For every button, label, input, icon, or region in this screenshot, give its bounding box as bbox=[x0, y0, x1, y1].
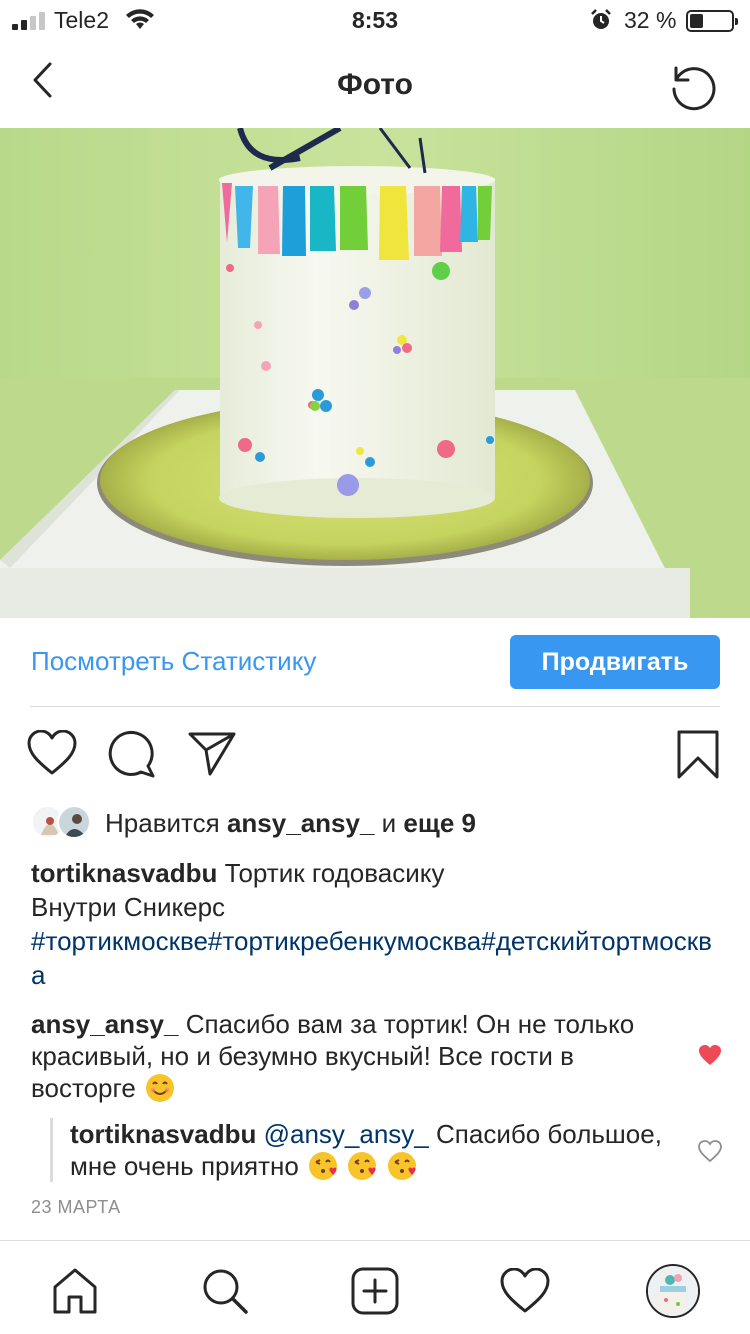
tab-new-post[interactable] bbox=[347, 1263, 403, 1319]
likes-conjunction: и bbox=[381, 807, 397, 838]
tab-profile[interactable] bbox=[645, 1263, 701, 1319]
liker-username[interactable]: ansy_ansy_ bbox=[227, 808, 374, 839]
undo-icon[interactable] bbox=[664, 56, 720, 112]
liker-avatars bbox=[31, 805, 95, 841]
tab-activity[interactable] bbox=[497, 1263, 553, 1319]
post-caption: tortiknasvadbu Тортик годовасику Внутри … bbox=[31, 856, 721, 992]
tab-home[interactable] bbox=[47, 1263, 103, 1319]
likes-summary[interactable]: Нравится ansy_ansy_ и еще 9 bbox=[31, 804, 476, 842]
comment-icon[interactable] bbox=[108, 730, 156, 778]
caption-hashtags[interactable]: #тортикмоскве#тортикребенкумосква#детски… bbox=[31, 924, 721, 992]
heart-icon bbox=[500, 1268, 550, 1313]
bookmark-icon[interactable] bbox=[677, 730, 719, 780]
reply-item: tortiknasvadbu @ansy_ansy_ Спасибо больш… bbox=[70, 1118, 670, 1182]
search-icon bbox=[203, 1269, 248, 1314]
likes-prefix: Нравится bbox=[105, 807, 220, 838]
profile-avatar bbox=[646, 1264, 700, 1318]
caption-text: Тортик годовасику bbox=[224, 858, 445, 888]
comment-liked-heart-icon[interactable] bbox=[698, 1044, 722, 1066]
post-photo[interactable] bbox=[0, 128, 750, 618]
caption-text-line: Внутри Сникерс bbox=[31, 892, 226, 922]
promote-button[interactable]: Продвигать bbox=[510, 635, 720, 689]
alarm-icon bbox=[591, 9, 611, 29]
view-insights-link[interactable]: Посмотреть Статистику bbox=[31, 646, 316, 677]
face-blowing-kiss-emoji-icon bbox=[387, 1152, 416, 1180]
cake-image bbox=[0, 128, 750, 618]
divider bbox=[30, 706, 720, 707]
add-post-icon bbox=[351, 1267, 399, 1315]
status-bar: Tele2 8:53 32 % bbox=[0, 0, 750, 40]
reply-thread-line bbox=[50, 1118, 53, 1182]
comment-username[interactable]: ansy_ansy_ bbox=[31, 1009, 178, 1039]
post-date: 23 МАРТА bbox=[31, 1197, 121, 1217]
reply-username[interactable]: tortiknasvadbu bbox=[70, 1119, 256, 1149]
post-action-bar bbox=[0, 728, 750, 782]
page-title: Фото bbox=[337, 68, 413, 101]
comment-item: ansy_ansy_ Спасибо вам за тортик! Он не … bbox=[31, 1008, 671, 1104]
tab-search[interactable] bbox=[197, 1263, 253, 1319]
battery-icon bbox=[686, 10, 738, 32]
reply-mention[interactable]: @ansy_ansy_ bbox=[264, 1119, 429, 1149]
comment-heart-icon[interactable] bbox=[698, 1140, 722, 1162]
face-blowing-kiss-emoji-icon bbox=[348, 1152, 377, 1180]
navigation-bar: Фото bbox=[0, 40, 750, 128]
caption-username[interactable]: tortiknasvadbu bbox=[31, 858, 217, 888]
home-icon bbox=[53, 1268, 97, 1314]
share-send-icon[interactable] bbox=[188, 732, 236, 776]
smiling-face-emoji-icon bbox=[146, 1074, 175, 1102]
bottom-tab-bar bbox=[0, 1240, 750, 1334]
face-blowing-kiss-emoji-icon bbox=[309, 1152, 338, 1180]
likes-count[interactable]: еще 9 bbox=[403, 808, 476, 839]
battery-percentage: 32 % bbox=[624, 7, 677, 33]
avatar bbox=[57, 805, 91, 839]
like-heart-icon[interactable] bbox=[27, 730, 77, 776]
